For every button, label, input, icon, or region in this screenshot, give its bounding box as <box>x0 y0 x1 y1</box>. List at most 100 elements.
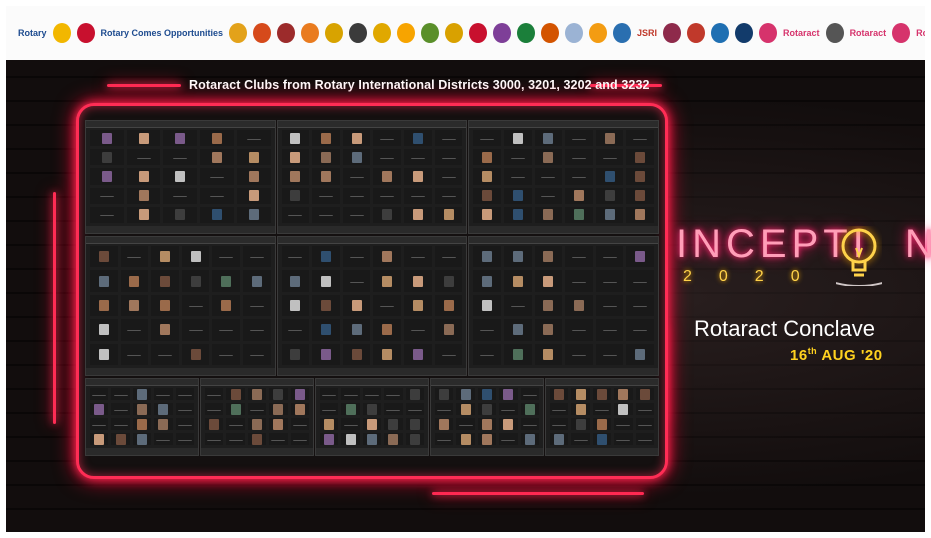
meeting-toolbar <box>469 368 658 375</box>
participant-video <box>251 275 262 287</box>
participant-grid <box>90 130 271 223</box>
participant-tile <box>434 246 463 268</box>
participant-video <box>136 418 147 430</box>
participant-video <box>290 348 301 360</box>
participant-tile <box>212 294 241 317</box>
headline: Rotaract Clubs from Rotary International… <box>189 78 650 92</box>
participant-video <box>273 418 284 430</box>
participant-tile <box>404 294 432 317</box>
participant-tile <box>362 403 382 415</box>
participant-video <box>177 393 192 396</box>
participant-video <box>441 175 456 178</box>
participant-tile <box>499 388 518 400</box>
participant-video <box>188 304 203 307</box>
participant-tile <box>269 388 288 400</box>
participant-tile <box>503 206 532 223</box>
participant-tile <box>571 403 590 415</box>
participant-tile <box>312 149 340 166</box>
participant-video <box>113 408 128 411</box>
participant-tile <box>434 206 463 223</box>
participant-video <box>382 324 393 336</box>
participant-video <box>541 175 556 178</box>
participant-video <box>158 418 169 430</box>
sponsor-logo <box>735 23 754 43</box>
participant-tile <box>473 294 501 317</box>
sponsor-logo <box>421 23 440 43</box>
meeting-window-titlebar <box>277 121 467 128</box>
participant-tile <box>342 149 371 166</box>
participant-tile <box>614 388 633 400</box>
participant-tile <box>90 246 118 268</box>
participant-tile <box>534 270 563 292</box>
participant-tile <box>212 270 241 292</box>
participant-video <box>92 393 107 396</box>
participant-video <box>412 348 423 360</box>
participant-tile <box>434 270 463 292</box>
participant-tile <box>90 187 124 204</box>
meeting-window-titlebar <box>86 379 198 386</box>
participant-tile <box>456 388 475 400</box>
neon-accent-bottom <box>432 492 644 495</box>
participant-video <box>136 433 147 445</box>
participant-tile <box>200 206 234 223</box>
participant-tile <box>477 418 497 430</box>
participant-tile <box>499 418 518 430</box>
participant-video <box>364 393 379 396</box>
participant-tile <box>290 418 309 430</box>
participant-video <box>443 299 454 311</box>
participant-video <box>290 151 301 163</box>
participant-tile <box>565 168 593 185</box>
participant-video <box>349 280 364 283</box>
participant-tile <box>565 149 593 166</box>
participant-video <box>101 170 112 182</box>
participant-tile <box>404 187 432 204</box>
participant-video <box>324 433 335 445</box>
participant-video <box>552 423 567 426</box>
participant-tile <box>373 246 402 268</box>
participant-tile <box>626 187 654 204</box>
participant-tile <box>362 418 382 430</box>
sponsor-logo <box>663 23 682 43</box>
participant-tile <box>473 206 501 223</box>
meeting-window <box>85 378 199 456</box>
participant-tile <box>320 403 339 415</box>
participant-tile <box>404 246 432 268</box>
participant-tile <box>90 294 118 317</box>
meeting-window-titlebar <box>431 379 543 386</box>
participant-video <box>481 418 492 430</box>
meeting-toolbar <box>277 368 467 375</box>
participant-video <box>575 403 586 415</box>
participant-video <box>322 393 337 396</box>
participant-tile <box>90 418 109 430</box>
participant-tile <box>404 319 432 341</box>
participant-tile <box>373 343 402 365</box>
sponsor-logo <box>277 23 296 43</box>
participant-tile <box>341 418 360 430</box>
participant-tile <box>342 206 371 223</box>
participant-tile <box>614 403 633 415</box>
participant-tile <box>90 206 124 223</box>
participant-tile <box>565 206 593 223</box>
participant-video <box>219 328 234 332</box>
participant-tile <box>312 246 340 268</box>
participant-tile <box>236 168 271 185</box>
participant-video <box>410 328 425 332</box>
participant-video <box>510 304 525 307</box>
participant-tile <box>226 418 245 430</box>
participant-video <box>219 255 234 259</box>
participant-tile <box>571 388 590 400</box>
participant-video <box>410 194 425 198</box>
participant-tile <box>290 403 309 415</box>
participant-tile <box>90 403 109 415</box>
participant-video <box>571 156 586 159</box>
participant-tile <box>243 270 271 292</box>
participant-tile <box>226 388 245 400</box>
participant-video <box>458 423 473 426</box>
participant-tile <box>154 388 173 400</box>
participant-tile <box>373 294 402 317</box>
participant-tile <box>341 433 360 445</box>
participant-tile <box>499 403 518 415</box>
participant-tile <box>236 149 271 166</box>
participant-tile <box>595 168 624 185</box>
participant-tile <box>384 433 403 445</box>
